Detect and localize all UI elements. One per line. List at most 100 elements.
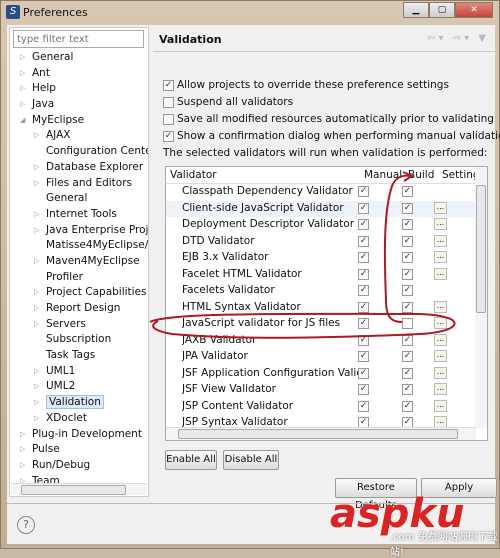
disable-all-button[interactable]: Disable All — [223, 450, 279, 470]
expand-arrow-icon[interactable]: ▷ — [20, 458, 25, 474]
expand-arrow-icon[interactable]: ▷ — [34, 395, 39, 411]
expand-arrow-icon[interactable]: ▷ — [34, 379, 39, 395]
settings-button[interactable]: ... — [434, 333, 447, 346]
option-checkbox[interactable]: Save all modified resources automaticall… — [163, 113, 494, 125]
tree-item[interactable]: ▷ Java — [10, 97, 148, 113]
manual-checkbox[interactable]: ✓ — [358, 367, 369, 379]
tree-item[interactable]: ▷ Internet Tools — [10, 207, 148, 223]
manual-checkbox[interactable]: ✓ — [358, 186, 369, 197]
build-checkbox[interactable]: ✓ — [402, 285, 413, 296]
tree-item[interactable]: ◢ MyEclipse — [10, 113, 148, 129]
settings-button[interactable]: ... — [434, 201, 447, 214]
column-manual[interactable]: Manual — [364, 169, 402, 181]
minimize-button[interactable]: ▁ — [403, 2, 429, 18]
tree-item[interactable]: ▷ Servers — [10, 317, 148, 333]
settings-button[interactable]: ... — [434, 251, 447, 263]
table-vertical-scrollbar[interactable] — [475, 167, 487, 428]
expand-arrow-icon[interactable]: ▷ — [20, 50, 25, 66]
collapse-arrow-icon[interactable]: ◢ — [20, 113, 25, 129]
checkbox[interactable]: ✓ — [163, 130, 174, 142]
manual-checkbox[interactable]: ✓ — [358, 202, 369, 214]
settings-button[interactable]: ... — [434, 300, 447, 313]
build-checkbox[interactable]: ✓ — [402, 219, 413, 230]
build-checkbox[interactable]: ✓ — [402, 252, 413, 263]
column-build[interactable]: Build — [408, 169, 434, 181]
build-checkbox[interactable]: ✓ — [402, 384, 413, 395]
maximize-button[interactable]: ▢ — [429, 2, 455, 18]
tree-item[interactable]: Matisse4MyEclipse/S — [10, 238, 148, 254]
tree-item[interactable]: ▷ Validation — [10, 395, 148, 411]
build-checkbox[interactable]: ✓ — [402, 186, 413, 197]
settings-button[interactable]: ... — [434, 218, 447, 230]
expand-arrow-icon[interactable]: ▷ — [20, 66, 25, 82]
expand-arrow-icon[interactable]: ▷ — [20, 81, 25, 97]
build-checkbox[interactable]: ✓ — [402, 367, 413, 379]
tree-item[interactable]: ▷ General — [10, 50, 148, 66]
manual-checkbox[interactable]: ✓ — [358, 301, 369, 313]
expand-arrow-icon[interactable]: ▷ — [34, 301, 39, 317]
manual-checkbox[interactable]: ✓ — [358, 285, 369, 296]
build-checkbox[interactable]: ✓ — [402, 400, 413, 412]
manual-checkbox[interactable]: ✓ — [358, 334, 369, 346]
filter-input[interactable] — [13, 30, 144, 48]
expand-arrow-icon[interactable]: ▷ — [34, 364, 39, 380]
expand-arrow-icon[interactable]: ▷ — [34, 285, 39, 301]
tree-item[interactable]: ▷ Files and Editors — [10, 176, 148, 192]
expand-arrow-icon[interactable]: ▷ — [20, 97, 25, 113]
settings-button[interactable]: ... — [434, 234, 447, 247]
close-button[interactable]: ✕ — [455, 2, 493, 18]
expand-arrow-icon[interactable]: ▷ — [34, 411, 39, 427]
expand-arrow-icon[interactable]: ▷ — [34, 207, 39, 223]
expand-arrow-icon[interactable]: ▷ — [34, 128, 39, 144]
expand-arrow-icon[interactable]: ▷ — [34, 254, 39, 270]
tree-horizontal-scrollbar[interactable] — [11, 483, 147, 495]
option-checkbox[interactable]: ✓ Show a confirmation dialog when perform… — [163, 130, 500, 142]
tree-item[interactable]: Task Tags — [10, 348, 148, 364]
build-checkbox[interactable]: ✓ — [402, 268, 413, 280]
tree-item[interactable]: ▷ UML1 — [10, 364, 148, 380]
manual-checkbox[interactable]: ✓ — [358, 351, 369, 362]
tree-item[interactable]: ▷ UML2 — [10, 379, 148, 395]
checkbox[interactable] — [163, 96, 174, 108]
expand-arrow-icon[interactable]: ▷ — [20, 427, 25, 443]
build-checkbox[interactable]: ✓ — [402, 301, 413, 313]
settings-button[interactable]: ... — [434, 267, 447, 280]
tree-item[interactable]: ▷ Database Explorer — [10, 160, 148, 176]
tree-item[interactable]: Subscription — [10, 332, 148, 348]
option-checkbox[interactable]: Suspend all validators — [163, 96, 293, 108]
settings-button[interactable]: ... — [434, 317, 447, 329]
tree-item[interactable]: ▷ Java Enterprise Proje — [10, 223, 148, 239]
tree-item[interactable]: Configuration Center — [10, 144, 148, 160]
expand-arrow-icon[interactable]: ▷ — [34, 160, 39, 176]
manual-checkbox[interactable]: ✓ — [358, 318, 369, 329]
back-forward-nav-icons[interactable]: ⇦▾ ⇨▾ ▼ — [427, 33, 489, 44]
tree-item[interactable]: ▷ Plug-in Development — [10, 427, 148, 443]
settings-button[interactable]: ... — [434, 350, 447, 362]
manual-checkbox[interactable]: ✓ — [358, 400, 369, 412]
build-checkbox[interactable]: ✓ — [402, 202, 413, 214]
tree-item[interactable]: ▷ XDoclet — [10, 411, 148, 427]
settings-button[interactable]: ... — [434, 366, 447, 379]
tree-item[interactable]: ▷ Project Capabilities — [10, 285, 148, 301]
tree-item[interactable]: ▷ Run/Debug — [10, 458, 148, 474]
settings-button[interactable]: ... — [434, 383, 447, 395]
manual-checkbox[interactable]: ✓ — [358, 235, 369, 247]
column-settings[interactable]: Setting — [442, 169, 480, 181]
build-checkbox[interactable]: ✓ — [402, 334, 413, 346]
expand-arrow-icon[interactable]: ▷ — [34, 317, 39, 333]
tree-item[interactable]: General — [10, 191, 148, 207]
help-icon[interactable]: ? — [17, 516, 35, 534]
build-checkbox[interactable] — [402, 318, 413, 329]
manual-checkbox[interactable]: ✓ — [358, 252, 369, 263]
tree-item[interactable]: Profiler — [10, 270, 148, 286]
build-checkbox[interactable]: ✓ — [402, 235, 413, 247]
manual-checkbox[interactable]: ✓ — [358, 384, 369, 395]
checkbox[interactable] — [163, 113, 174, 125]
table-horizontal-scrollbar[interactable] — [166, 427, 476, 440]
build-checkbox[interactable]: ✓ — [402, 351, 413, 362]
checkbox[interactable]: ✓ — [163, 79, 174, 91]
tree-item[interactable]: ▷ Maven4MyEclipse — [10, 254, 148, 270]
option-checkbox[interactable]: ✓ Allow projects to override these prefer… — [163, 79, 449, 91]
manual-checkbox[interactable]: ✓ — [358, 219, 369, 230]
expand-arrow-icon[interactable]: ▷ — [34, 223, 39, 239]
